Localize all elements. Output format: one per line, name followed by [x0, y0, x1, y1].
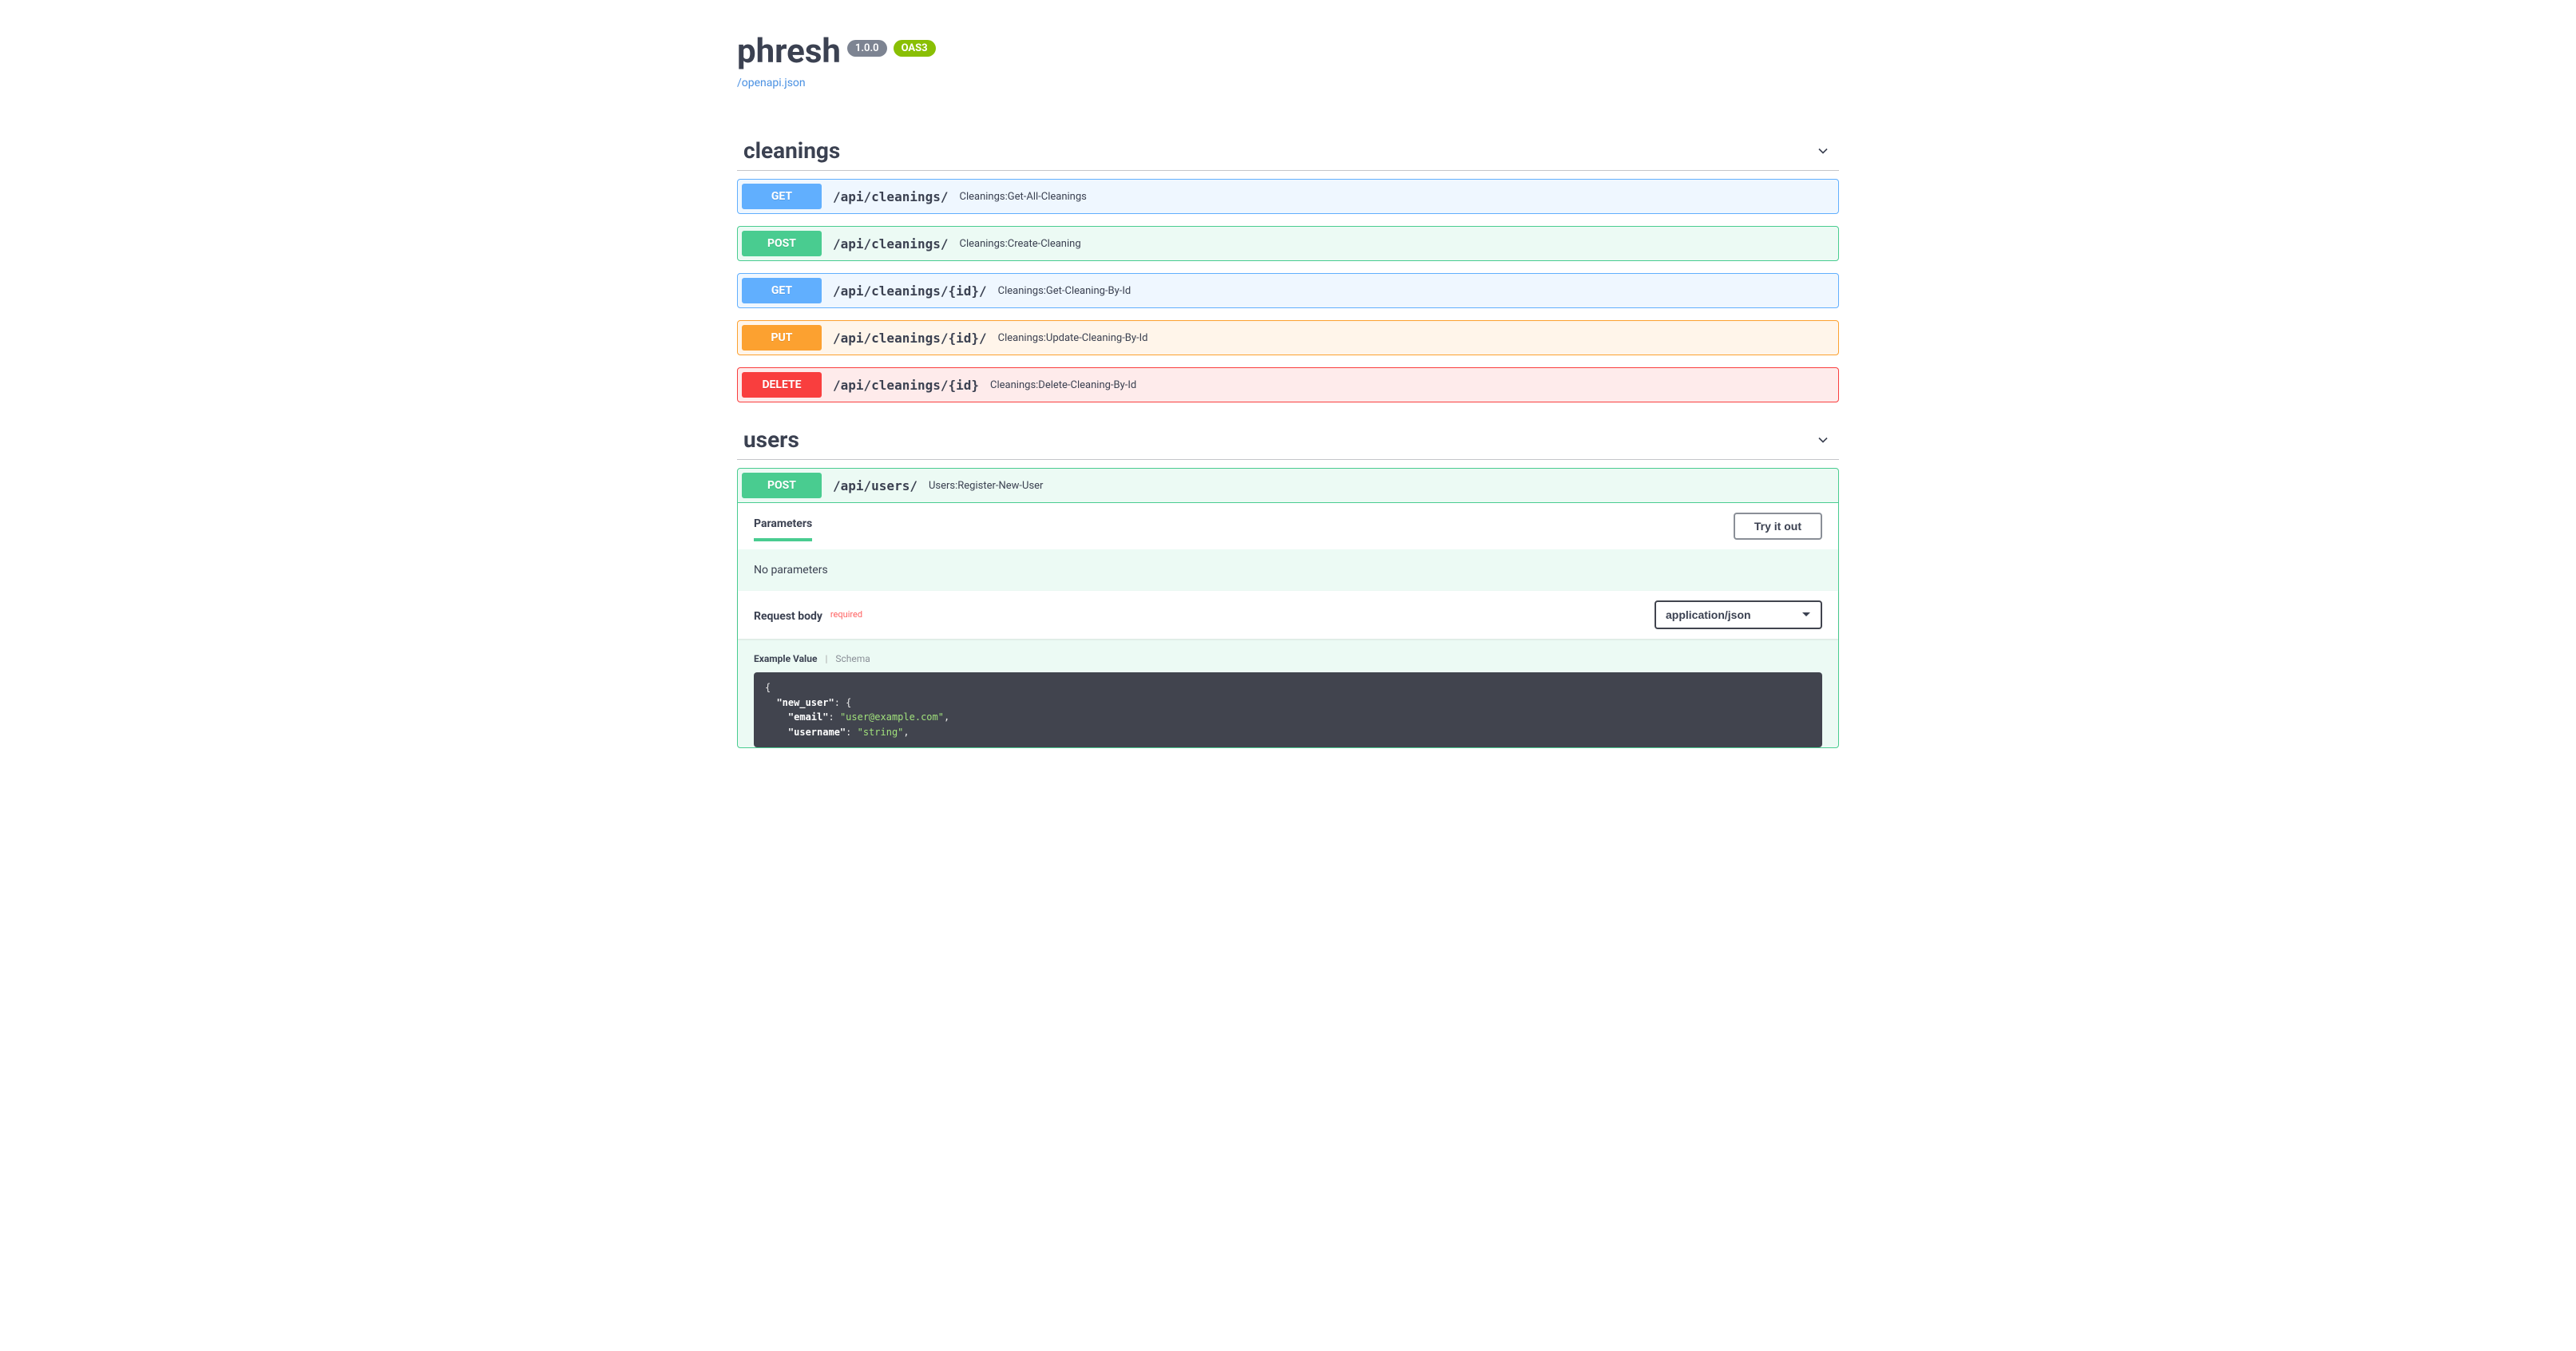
required-label: required	[826, 609, 862, 620]
op-post-cleanings: POST /api/cleanings/ Cleanings:Create-Cl…	[737, 226, 1839, 261]
request-body-bar: Request body required application/json	[738, 591, 1838, 639]
parameters-tab[interactable]: Parameters	[754, 511, 812, 541]
content-type-select[interactable]: application/json	[1655, 600, 1822, 629]
op-path: /api/cleanings/	[822, 189, 960, 204]
chevron-down-icon	[1815, 432, 1831, 448]
op-post-users-register: POST /api/users/ Users:Register-New-User…	[737, 468, 1839, 748]
op-summary[interactable]: PUT /api/cleanings/{id}/ Cleanings:Updat…	[738, 321, 1838, 355]
oas-badge: OAS3	[894, 40, 936, 57]
op-summary[interactable]: DELETE /api/cleanings/{id} Cleanings:Del…	[738, 368, 1838, 402]
op-summary-text: Cleanings:Get-All-Cleanings	[960, 191, 1087, 203]
op-path: /api/cleanings/{id}/	[822, 283, 998, 299]
swagger-container: phresh 1.0.0 OAS3 /openapi.json cleaning…	[721, 32, 1855, 748]
op-get-cleaning-by-id: GET /api/cleanings/{id}/ Cleanings:Get-C…	[737, 273, 1839, 308]
example-tabs: Example Value | Schema	[754, 653, 1822, 664]
tag-header-users[interactable]: users	[737, 418, 1839, 460]
request-body-label-wrap: Request body required	[754, 608, 862, 623]
api-header: phresh 1.0.0 OAS3	[737, 32, 1839, 71]
method-badge: GET	[742, 278, 822, 303]
operations-cleanings: GET /api/cleanings/ Cleanings:Get-All-Cl…	[737, 171, 1839, 402]
method-badge: POST	[742, 231, 822, 256]
op-path: /api/cleanings/	[822, 236, 960, 252]
no-parameters-text: No parameters	[738, 549, 1838, 591]
op-body: Parameters Try it out No parameters Requ…	[738, 502, 1838, 747]
example-value-tab[interactable]: Example Value	[754, 653, 817, 664]
chevron-down-icon	[1815, 143, 1831, 159]
schema-tab[interactable]: Schema	[835, 653, 870, 664]
op-summary-text: Users:Register-New-User	[929, 480, 1043, 492]
method-badge: PUT	[742, 325, 822, 351]
method-badge: DELETE	[742, 372, 822, 398]
op-delete-cleaning-by-id: DELETE /api/cleanings/{id} Cleanings:Del…	[737, 367, 1839, 402]
op-summary[interactable]: GET /api/cleanings/{id}/ Cleanings:Get-C…	[738, 274, 1838, 307]
method-badge: GET	[742, 184, 822, 209]
tab-separator: |	[825, 653, 827, 664]
op-summary[interactable]: POST /api/users/ Users:Register-New-User	[738, 469, 1838, 502]
example-area: Example Value | Schema { "new_user": { "…	[738, 639, 1838, 747]
parameters-bar: Parameters Try it out	[738, 503, 1838, 549]
op-summary-text: Cleanings:Update-Cleaning-By-Id	[998, 332, 1148, 344]
request-body-label: Request body	[754, 610, 822, 623]
version-badge: 1.0.0	[847, 40, 887, 57]
op-path: /api/cleanings/{id}/	[822, 331, 998, 346]
op-put-cleaning-by-id: PUT /api/cleanings/{id}/ Cleanings:Updat…	[737, 320, 1839, 355]
tag-name: cleanings	[737, 137, 840, 164]
op-summary-text: Cleanings:Delete-Cleaning-By-Id	[990, 379, 1136, 391]
op-path: /api/cleanings/{id}	[822, 378, 990, 393]
tag-section-users: users POST /api/users/ Users:Register-Ne…	[737, 418, 1839, 748]
op-get-cleanings: GET /api/cleanings/ Cleanings:Get-All-Cl…	[737, 179, 1839, 214]
op-summary[interactable]: GET /api/cleanings/ Cleanings:Get-All-Cl…	[738, 180, 1838, 213]
tag-header-cleanings[interactable]: cleanings	[737, 129, 1839, 171]
spec-link[interactable]: /openapi.json	[737, 77, 806, 89]
tag-name: users	[737, 426, 799, 453]
op-path: /api/users/	[822, 478, 929, 493]
try-it-out-button[interactable]: Try it out	[1734, 513, 1822, 540]
op-summary-text: Cleanings:Get-Cleaning-By-Id	[998, 285, 1131, 297]
operations-users: POST /api/users/ Users:Register-New-User…	[737, 460, 1839, 748]
api-title: phresh	[737, 32, 841, 71]
example-code-block[interactable]: { "new_user": { "email": "user@example.c…	[754, 672, 1822, 747]
method-badge: POST	[742, 473, 822, 498]
op-summary-text: Cleanings:Create-Cleaning	[960, 238, 1081, 250]
tag-section-cleanings: cleanings GET /api/cleanings/ Cleanings:…	[737, 129, 1839, 402]
op-summary[interactable]: POST /api/cleanings/ Cleanings:Create-Cl…	[738, 227, 1838, 260]
